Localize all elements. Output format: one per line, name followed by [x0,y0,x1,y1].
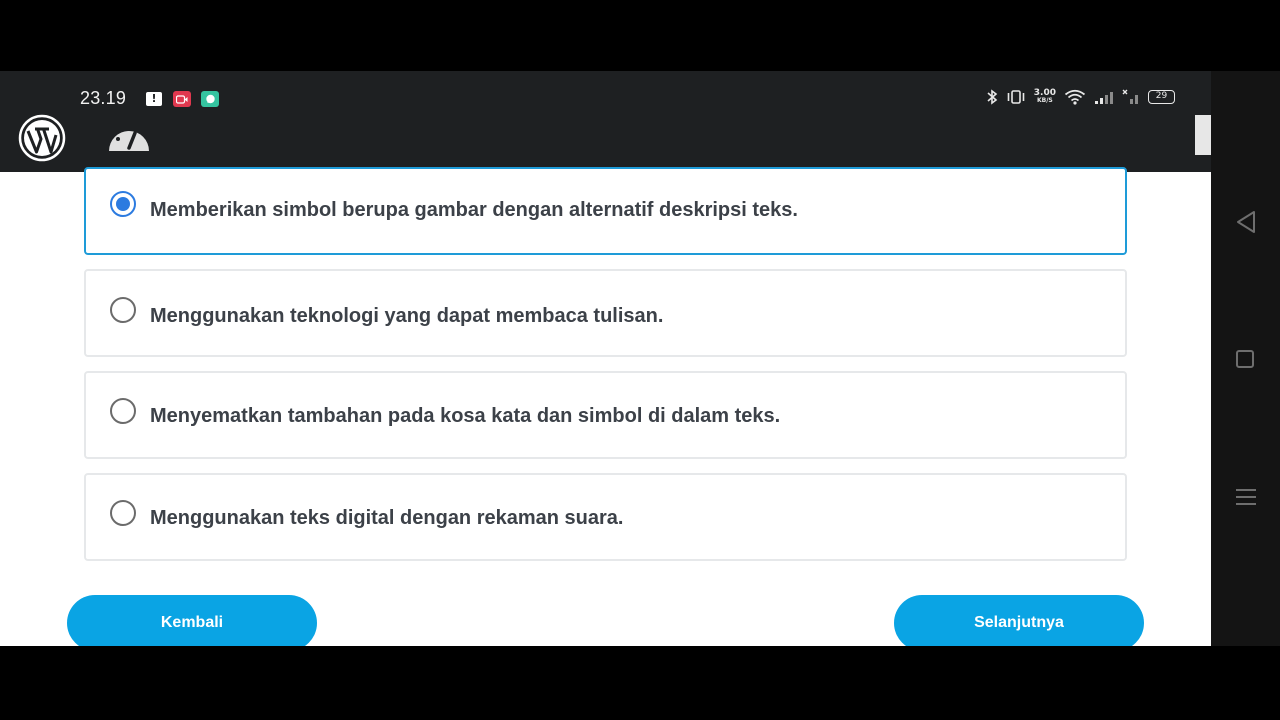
network-speed-value: 3.00 [1033,88,1056,98]
no-sim-signal-icon [1122,89,1138,104]
nav-home-icon[interactable] [1236,350,1254,368]
radio-button-checked[interactable] [110,191,136,217]
network-speed: 3.00 KB/S [1034,89,1056,105]
answer-option-3[interactable]: Menyematkan tambahan pada kosa kata dan … [84,371,1127,459]
message-notification-icon [146,92,162,106]
answer-option-2[interactable]: Menggunakan teknologi yang dapat membaca… [84,269,1127,357]
dashboard-gauge-icon[interactable] [106,115,152,153]
battery-icon: 29 [1148,90,1175,104]
answer-option-label: Menyematkan tambahan pada kosa kata dan … [150,405,781,427]
next-button[interactable]: Selanjutnya [894,595,1144,646]
radio-button[interactable] [110,500,136,526]
answer-option-label: Menggunakan teks digital dengan rekaman … [150,507,624,529]
status-bar: 23.19 3.00 KB/S 29 [0,71,1211,111]
bluetooth-icon [987,89,998,105]
radio-button[interactable] [110,398,136,424]
status-time: 23.19 [80,88,127,108]
signal-icon [1095,92,1113,104]
wifi-icon [1064,89,1086,105]
app-toolbar [0,111,1211,172]
screen-record-icon [173,91,191,107]
android-navigation-bar [1211,71,1280,646]
answer-option-label: Menggunakan teknologi yang dapat membaca… [150,305,664,327]
phone-screen: 23.19 3.00 KB/S 29 [0,71,1211,646]
answer-option-1[interactable]: Memberikan simbol berupa gambar dengan a… [84,167,1127,255]
back-button[interactable]: Kembali [67,595,317,646]
toolbar-edge-thumbnail [1195,115,1211,155]
wordpress-logo-icon[interactable] [18,114,66,162]
nav-back-icon[interactable] [1235,210,1257,234]
answer-option-label: Memberikan simbol berupa gambar dengan a… [150,199,798,221]
radio-button[interactable] [110,297,136,323]
video-letterbox-bottom [0,646,1280,720]
vibrate-icon [1007,90,1025,104]
nav-menu-icon[interactable] [1236,489,1256,510]
answer-option-4[interactable]: Menggunakan teks digital dengan rekaman … [84,473,1127,561]
video-letterbox-top [0,0,1280,71]
network-speed-unit: KB/S [1037,97,1053,104]
status-icons: 3.00 KB/S 29 [986,89,1175,105]
chat-app-icon [201,91,219,107]
